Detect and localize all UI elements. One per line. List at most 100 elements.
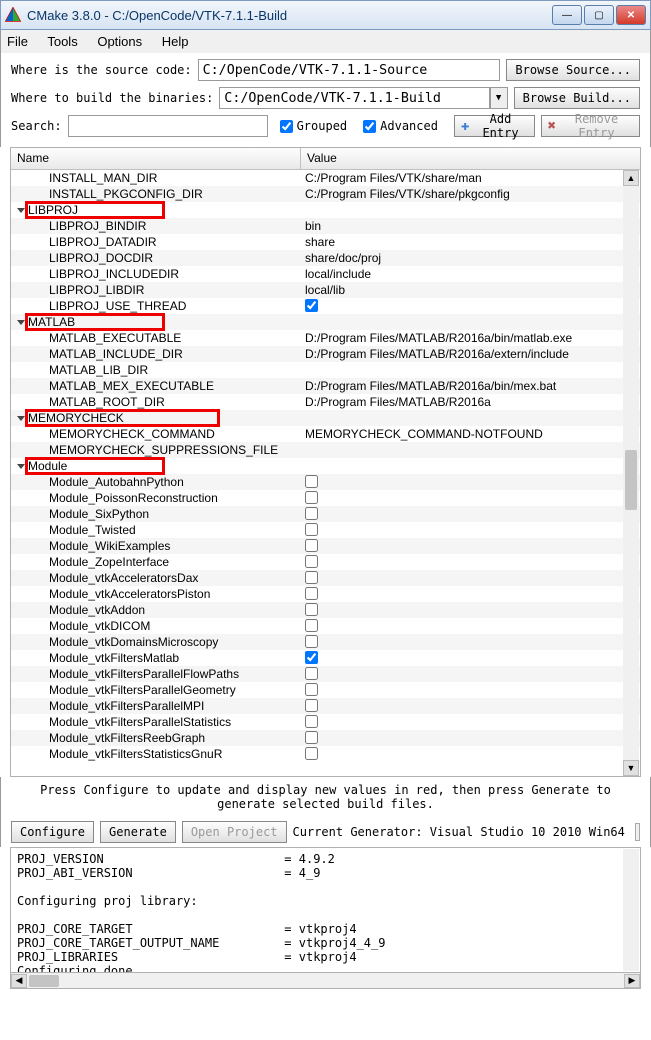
value-cell[interactable]: local/lib (301, 282, 640, 298)
value-checkbox[interactable] (305, 507, 318, 520)
scroll-thumb[interactable] (625, 450, 637, 510)
value-checkbox[interactable] (305, 651, 318, 664)
value-checkbox[interactable] (305, 731, 318, 744)
log-output[interactable]: PROJ_VERSION = 4.9.2 PROJ_ABI_VERSION = … (10, 847, 641, 973)
value-cell[interactable]: share/doc/proj (301, 250, 640, 266)
value-checkbox[interactable] (305, 475, 318, 488)
table-row[interactable]: Module_vtkDomainsMicroscopy (11, 634, 640, 650)
table-row[interactable]: Module_WikiExamples (11, 538, 640, 554)
expand-icon[interactable] (17, 208, 25, 213)
value-checkbox[interactable] (305, 299, 318, 312)
value-cell[interactable] (301, 362, 640, 378)
configure-button[interactable]: Configure (11, 821, 94, 843)
minimize-button[interactable]: — (552, 5, 582, 25)
table-row[interactable]: Module_vtkFiltersStatisticsGnuR (11, 746, 640, 762)
scroll-down-icon[interactable]: ▼ (623, 760, 639, 776)
value-checkbox[interactable] (305, 587, 318, 600)
value-cell[interactable] (301, 618, 640, 634)
table-row[interactable]: Module_vtkAddon (11, 602, 640, 618)
value-cell[interactable]: MEMORYCHECK_COMMAND-NOTFOUND (301, 426, 640, 442)
table-row[interactable]: MATLAB_INCLUDE_DIRD:/Program Files/MATLA… (11, 346, 640, 362)
value-cell[interactable] (301, 650, 640, 666)
browse-build-button[interactable]: Browse Build... (514, 87, 640, 109)
value-checkbox[interactable] (305, 603, 318, 616)
table-row[interactable]: Module_vtkFiltersParallelGeometry (11, 682, 640, 698)
value-checkbox[interactable] (305, 699, 318, 712)
log-horizontal-scrollbar[interactable]: ◀ ▶ (10, 973, 641, 989)
table-row[interactable]: Module_vtkFiltersParallelStatistics (11, 714, 640, 730)
menu-help[interactable]: Help (162, 34, 189, 49)
log-vertical-scrollbar[interactable] (623, 849, 639, 971)
value-cell[interactable] (301, 602, 640, 618)
scroll-right-icon[interactable]: ▶ (624, 974, 640, 988)
table-row[interactable]: Module_PoissonReconstruction (11, 490, 640, 506)
expand-icon[interactable] (17, 464, 25, 469)
table-row[interactable]: MATLAB_LIB_DIR (11, 362, 640, 378)
column-header-name[interactable]: Name (11, 148, 301, 169)
grouped-cb-input[interactable] (280, 120, 293, 133)
advanced-checkbox[interactable]: Advanced (363, 119, 438, 133)
value-cell[interactable]: C:/Program Files/VTK/share/pkgconfig (301, 186, 640, 202)
value-cell[interactable] (301, 730, 640, 746)
expand-icon[interactable] (17, 320, 25, 325)
grouped-checkbox[interactable]: Grouped (280, 119, 348, 133)
value-checkbox[interactable] (305, 683, 318, 696)
table-row[interactable]: Module_AutobahnPython (11, 474, 640, 490)
value-cell[interactable] (301, 586, 640, 602)
table-row[interactable]: LIBPROJ_LIBDIRlocal/lib (11, 282, 640, 298)
table-row[interactable]: MATLAB_ROOT_DIRD:/Program Files/MATLAB/R… (11, 394, 640, 410)
menu-file[interactable]: File (7, 34, 28, 49)
group-row[interactable]: LIBPROJ (11, 202, 640, 218)
value-cell[interactable] (301, 298, 640, 314)
menu-options[interactable]: Options (97, 34, 142, 49)
value-cell[interactable] (301, 682, 640, 698)
table-row[interactable]: Module_Twisted (11, 522, 640, 538)
table-row[interactable]: LIBPROJ_DOCDIRshare/doc/proj (11, 250, 640, 266)
scroll-left-icon[interactable]: ◀ (11, 974, 27, 988)
value-checkbox[interactable] (305, 555, 318, 568)
table-row[interactable]: Module_ZopeInterface (11, 554, 640, 570)
value-cell[interactable] (301, 522, 640, 538)
value-cell[interactable]: D:/Program Files/MATLAB/R2016a/bin/mex.b… (301, 378, 640, 394)
value-checkbox[interactable] (305, 667, 318, 680)
value-cell[interactable]: bin (301, 218, 640, 234)
group-row[interactable]: MATLAB (11, 314, 640, 330)
value-checkbox[interactable] (305, 747, 318, 760)
add-entry-button[interactable]: ✚Add Entry (454, 115, 535, 137)
value-cell[interactable]: D:/Program Files/MATLAB/R2016a/extern/in… (301, 346, 640, 362)
value-checkbox[interactable] (305, 635, 318, 648)
value-cell[interactable] (301, 442, 640, 458)
hscroll-thumb[interactable] (29, 975, 59, 987)
remove-entry-button[interactable]: ✖Remove Entry (541, 115, 640, 137)
value-checkbox[interactable] (305, 539, 318, 552)
table-row[interactable]: Module_vtkFiltersParallelFlowPaths (11, 666, 640, 682)
value-checkbox[interactable] (305, 715, 318, 728)
source-input[interactable] (198, 59, 501, 81)
table-row[interactable]: Module_vtkDICOM (11, 618, 640, 634)
value-cell[interactable] (301, 714, 640, 730)
table-row[interactable]: LIBPROJ_USE_THREAD (11, 298, 640, 314)
table-row[interactable]: INSTALL_MAN_DIRC:/Program Files/VTK/shar… (11, 170, 640, 186)
vertical-scrollbar[interactable]: ▲ ▼ (623, 170, 639, 776)
value-cell[interactable] (301, 570, 640, 586)
build-dropdown-icon[interactable]: ▼ (490, 87, 508, 109)
table-row[interactable]: Module_vtkFiltersReebGraph (11, 730, 640, 746)
build-input[interactable] (219, 87, 489, 109)
value-cell[interactable] (301, 634, 640, 650)
value-cell[interactable] (301, 458, 640, 474)
value-cell[interactable] (301, 506, 640, 522)
table-row[interactable]: MATLAB_MEX_EXECUTABLED:/Program Files/MA… (11, 378, 640, 394)
group-row[interactable]: MEMORYCHECK (11, 410, 640, 426)
value-cell[interactable] (301, 410, 640, 426)
browse-source-button[interactable]: Browse Source... (506, 59, 640, 81)
generate-button[interactable]: Generate (100, 821, 176, 843)
search-input[interactable] (68, 115, 268, 137)
value-cell[interactable] (301, 746, 640, 762)
value-cell[interactable]: D:/Program Files/MATLAB/R2016a (301, 394, 640, 410)
table-row[interactable]: INSTALL_PKGCONFIG_DIRC:/Program Files/VT… (11, 186, 640, 202)
value-cell[interactable] (301, 202, 640, 218)
advanced-cb-input[interactable] (363, 120, 376, 133)
value-cell[interactable]: share (301, 234, 640, 250)
value-checkbox[interactable] (305, 523, 318, 536)
table-row[interactable]: Module_vtkAcceleratorsDax (11, 570, 640, 586)
